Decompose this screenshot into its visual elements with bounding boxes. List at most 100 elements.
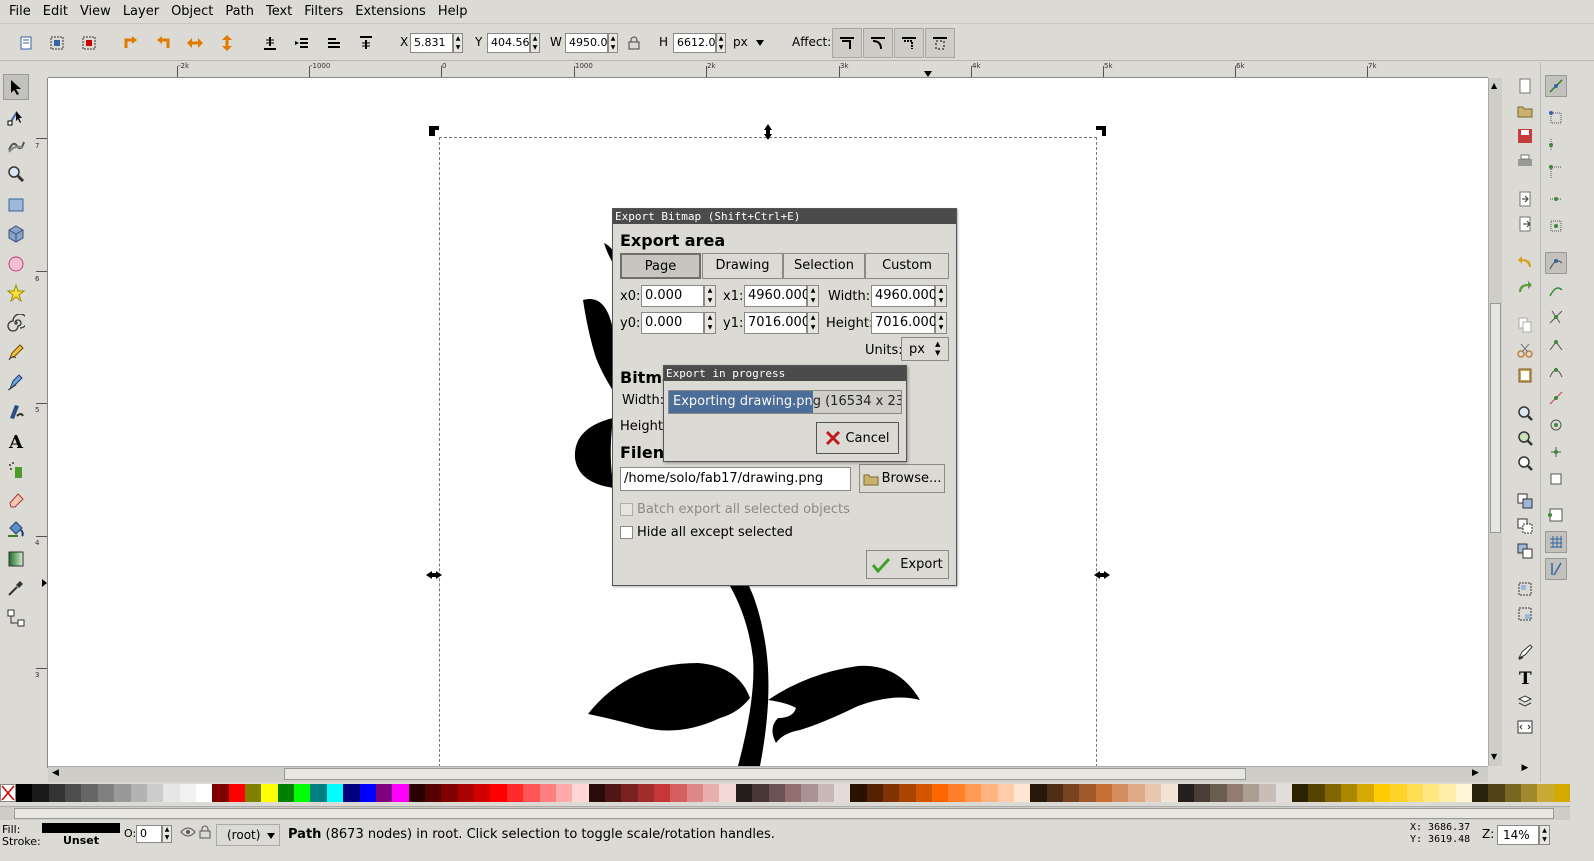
color-swatch[interactable] [1013, 784, 1031, 802]
color-swatch[interactable] [179, 784, 196, 802]
gradient-tool-icon[interactable] [3, 546, 29, 572]
raise-to-top-icon[interactable] [353, 30, 379, 56]
snap-bbox-edges-icon[interactable] [1545, 134, 1567, 156]
affect-rounded-corners-icon[interactable] [863, 28, 893, 58]
color-swatch[interactable] [228, 784, 246, 802]
color-swatch[interactable] [326, 784, 344, 802]
snap-toggle-icon[interactable] [1545, 75, 1567, 97]
scroll-down-icon[interactable]: ▼ [1491, 752, 1497, 761]
y0-input[interactable]: 0.000 [641, 312, 704, 334]
snap-cusp-nodes-icon[interactable] [1545, 333, 1567, 355]
stroke-indicator[interactable]: Unset [63, 834, 99, 847]
scroll-up-icon[interactable]: ▲ [1491, 81, 1497, 90]
palette-scroll-thumb[interactable] [14, 808, 1554, 819]
color-swatch[interactable] [1439, 784, 1456, 802]
x1-spinner[interactable]: ▲ ▼ [807, 285, 819, 307]
color-palette[interactable] [0, 784, 1571, 804]
color-swatch[interactable] [48, 784, 66, 802]
layer-lock-icon[interactable] [199, 825, 211, 842]
affect-stroke-width-icon[interactable] [832, 28, 862, 58]
color-swatch[interactable] [1406, 784, 1423, 802]
x0-input[interactable]: 0.000 [641, 285, 704, 307]
color-swatch[interactable] [719, 784, 736, 802]
no-paint-swatch[interactable] [0, 784, 16, 802]
color-swatch[interactable] [16, 784, 33, 802]
snap-rotation-centers-icon[interactable] [1545, 441, 1567, 463]
color-swatch[interactable] [130, 784, 147, 802]
color-swatch[interactable] [621, 784, 638, 802]
zoom-drawing-icon[interactable] [1514, 427, 1536, 449]
color-swatch[interactable] [588, 784, 605, 802]
vertical-scroll-thumb[interactable] [1490, 303, 1501, 533]
ungroup-icon[interactable] [1514, 603, 1536, 625]
color-swatch[interactable] [474, 784, 491, 802]
snap-bbox-midpoints-icon[interactable] [1545, 188, 1567, 210]
color-swatch[interactable] [866, 784, 884, 802]
export-button[interactable]: Export [866, 550, 949, 579]
color-swatch[interactable] [457, 784, 475, 802]
menu-text[interactable]: Text [260, 0, 298, 23]
color-swatch[interactable] [1422, 784, 1440, 802]
x1-input[interactable]: 4960.000 [744, 285, 810, 307]
paint-bucket-tool-icon[interactable] [3, 516, 29, 542]
color-swatch[interactable] [1390, 784, 1407, 802]
dialog-title[interactable]: Export Bitmap (Shift+Ctrl+E) [613, 209, 956, 224]
redo-icon[interactable] [1514, 276, 1536, 298]
ruler-vertical[interactable]: 7 6 5 4 3 [32, 78, 48, 768]
color-swatch[interactable] [1128, 784, 1145, 802]
color-swatch[interactable] [964, 784, 982, 802]
color-swatch[interactable] [654, 784, 671, 802]
color-swatch[interactable] [1488, 784, 1505, 802]
browse-button[interactable]: Browse... [859, 464, 945, 493]
snap-bbox-centers-icon[interactable] [1545, 215, 1567, 237]
area-height-input[interactable]: 7016.000 [871, 312, 937, 334]
snap-intersections-icon[interactable] [1545, 306, 1567, 328]
color-swatch[interactable] [981, 784, 998, 802]
color-swatch[interactable] [572, 784, 589, 802]
layers-icon[interactable] [1514, 691, 1536, 713]
color-swatch[interactable] [310, 784, 327, 802]
color-swatch[interactable] [735, 784, 753, 802]
pen-tool-icon[interactable] [3, 369, 29, 395]
undo-icon[interactable] [1514, 251, 1536, 273]
area-width-input[interactable]: 4960.000 [871, 285, 937, 307]
area-drawing-button[interactable]: Drawing [702, 253, 783, 279]
print-icon[interactable] [1514, 150, 1536, 172]
save-icon[interactable] [1514, 125, 1536, 147]
connector-tool-icon[interactable] [3, 605, 29, 631]
color-swatch[interactable] [1177, 784, 1194, 802]
color-swatch[interactable] [883, 784, 900, 802]
color-swatch[interactable] [1553, 784, 1571, 802]
batch-export-checkbox[interactable] [620, 503, 633, 516]
color-swatch[interactable] [1226, 784, 1243, 802]
color-swatch[interactable] [277, 784, 295, 802]
eraser-tool-icon[interactable] [3, 487, 29, 513]
unit-dropdown-icon[interactable] [751, 30, 769, 56]
rotate-cw-icon[interactable] [150, 30, 176, 56]
y-input[interactable]: 404.568 [487, 33, 530, 53]
color-swatch[interactable] [163, 784, 180, 802]
progress-dialog-title[interactable]: Export in progress [664, 366, 906, 381]
lock-icon[interactable] [624, 30, 644, 56]
scroll-left-icon[interactable]: ◀ [52, 768, 59, 778]
color-swatch[interactable] [32, 784, 49, 802]
select-all-layers-icon[interactable] [44, 30, 70, 56]
snap-page-border-icon[interactable] [1545, 504, 1567, 526]
color-swatch[interactable] [424, 784, 442, 802]
color-swatch[interactable] [1324, 784, 1342, 802]
import-icon[interactable] [1514, 188, 1536, 210]
color-swatch[interactable] [637, 784, 655, 802]
snap-bbox-corners-icon[interactable] [1545, 161, 1567, 183]
color-swatch[interactable] [752, 784, 769, 802]
color-swatch[interactable] [555, 784, 573, 802]
color-swatch[interactable] [1341, 784, 1358, 802]
rectangle-tool-icon[interactable] [3, 192, 29, 218]
opacity-spinner[interactable]: ▲ ▼ [162, 825, 172, 843]
menu-path[interactable]: Path [219, 0, 260, 23]
color-swatch[interactable] [1046, 784, 1063, 802]
color-swatch[interactable] [850, 784, 867, 802]
area-page-button[interactable]: Page [620, 253, 701, 279]
spray-tool-icon[interactable] [3, 457, 29, 483]
zoom-selection-icon[interactable] [1514, 402, 1536, 424]
color-swatch[interactable] [1095, 784, 1113, 802]
